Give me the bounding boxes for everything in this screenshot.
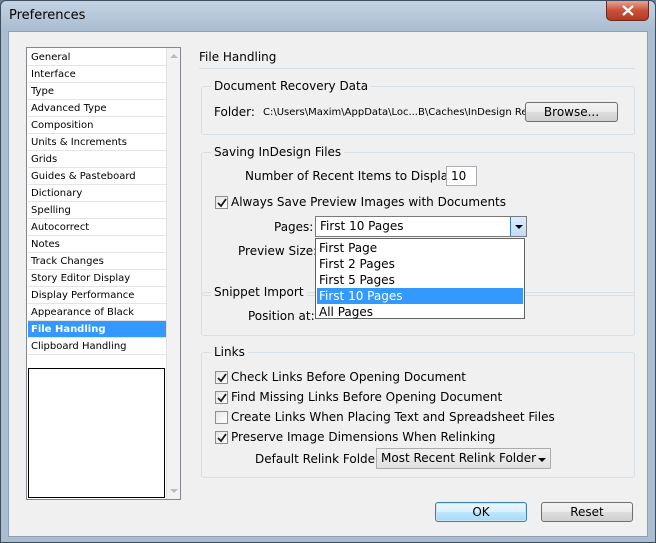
folder-path: C:\Users\Maxim\AppData\Loc...B\Caches\In… — [263, 107, 562, 118]
category-item[interactable]: General — [28, 49, 166, 66]
category-item[interactable]: Guides & Pasteboard — [28, 168, 166, 185]
category-item[interactable]: Story Editor Display — [28, 270, 166, 287]
saving-group-label: Saving InDesign Files — [211, 145, 345, 159]
close-button[interactable] — [606, 1, 649, 21]
reset-button[interactable]: Reset — [541, 502, 633, 522]
always-save-checkbox[interactable] — [215, 196, 228, 209]
folder-label: Folder: — [214, 105, 255, 119]
recent-items-input[interactable]: 10 — [446, 166, 477, 186]
ok-button[interactable]: OK — [435, 502, 527, 522]
pages-option[interactable]: First 10 Pages — [317, 288, 523, 304]
pages-option[interactable]: First 2 Pages — [317, 256, 523, 272]
chevron-down-icon — [538, 458, 546, 462]
category-item[interactable]: Spelling — [28, 202, 166, 219]
find-missing-label[interactable]: Find Missing Links Before Opening Docume… — [231, 390, 502, 404]
category-item[interactable]: Appearance of Black — [28, 304, 166, 321]
recent-items-value: 10 — [451, 169, 467, 183]
recent-items-label: Number of Recent Items to Display: — [245, 169, 459, 183]
category-item[interactable]: Autocorrect — [28, 219, 166, 236]
check-links-checkbox[interactable] — [215, 371, 228, 384]
category-item[interactable]: Clipboard Handling — [28, 338, 166, 355]
links-group-label: Links — [211, 345, 248, 359]
category-item[interactable]: Track Changes — [28, 253, 166, 270]
category-item[interactable]: Advanced Type — [28, 100, 166, 117]
pages-option[interactable]: First Page — [317, 240, 523, 256]
close-icon — [622, 5, 634, 16]
always-save-label[interactable]: Always Save Preview Images with Document… — [231, 195, 506, 209]
relink-folder-dropdown[interactable]: Most Recent Relink Folder — [376, 448, 551, 469]
category-item[interactable]: Units & Increments — [28, 134, 166, 151]
preview-size-label: Preview Size: — [238, 244, 318, 258]
snippet-group-label: Snippet Import — [211, 285, 307, 299]
category-list[interactable]: General Interface Type Advanced Type Composi… — [26, 47, 181, 500]
window-title: Preferences — [9, 8, 86, 23]
pages-dropdown-list[interactable]: First Page First 2 Pages First 5 Pages Firs… — [315, 238, 525, 319]
panel-title-divider — [199, 68, 635, 69]
category-item[interactable]: Dictionary — [28, 185, 166, 202]
category-preview-box — [28, 368, 165, 498]
browse-button-label: Browse... — [543, 105, 600, 119]
scroll-up-icon[interactable] — [170, 54, 178, 58]
category-item[interactable]: Grids — [28, 151, 166, 168]
pages-dropdown-value: First 10 Pages — [320, 219, 404, 233]
pages-option[interactable]: First 5 Pages — [317, 272, 523, 288]
checkmark-icon — [217, 373, 227, 383]
pages-dropdown[interactable]: First 10 Pages — [315, 216, 527, 237]
category-item[interactable]: Notes — [28, 236, 166, 253]
scroll-down-icon[interactable] — [170, 489, 178, 493]
recovery-group-label: Document Recovery Data — [211, 79, 372, 93]
relink-folder-label: Default Relink Folder: — [255, 452, 384, 466]
category-item[interactable]: Display Performance — [28, 287, 166, 304]
category-item[interactable]: Type — [28, 83, 166, 100]
pages-dropdown-button[interactable] — [510, 217, 526, 236]
pages-option[interactable]: All Pages — [317, 304, 523, 320]
checkmark-icon — [217, 433, 227, 443]
reset-button-label: Reset — [570, 505, 604, 519]
checkmark-icon — [217, 198, 227, 208]
pages-label: Pages: — [274, 220, 314, 234]
relink-folder-value: Most Recent Relink Folder — [381, 451, 537, 465]
preserve-dimensions-label[interactable]: Preserve Image Dimensions When Relinking — [231, 430, 495, 444]
category-item[interactable]: Interface — [28, 66, 166, 83]
browse-button[interactable]: Browse... — [525, 102, 618, 122]
title-bar[interactable]: Preferences — [1, 1, 655, 31]
position-at-label: Position at: — [248, 309, 315, 323]
find-missing-checkbox[interactable] — [215, 391, 228, 404]
category-divider — [28, 354, 166, 355]
create-links-checkbox[interactable] — [215, 411, 228, 424]
check-links-label[interactable]: Check Links Before Opening Document — [231, 370, 466, 384]
category-item[interactable]: Composition — [28, 117, 166, 134]
create-links-label[interactable]: Create Links When Placing Text and Sprea… — [231, 410, 555, 424]
category-item[interactable]: File Handling — [28, 321, 166, 338]
preserve-dimensions-checkbox[interactable] — [215, 431, 228, 444]
chevron-down-icon — [515, 225, 523, 229]
preferences-window: Preferences General Interface Type Advanced… — [0, 0, 656, 543]
ok-button-label: OK — [472, 505, 490, 519]
category-scrollbar[interactable] — [166, 48, 180, 499]
panel-title: File Handling — [199, 50, 277, 64]
checkmark-icon — [217, 393, 227, 403]
